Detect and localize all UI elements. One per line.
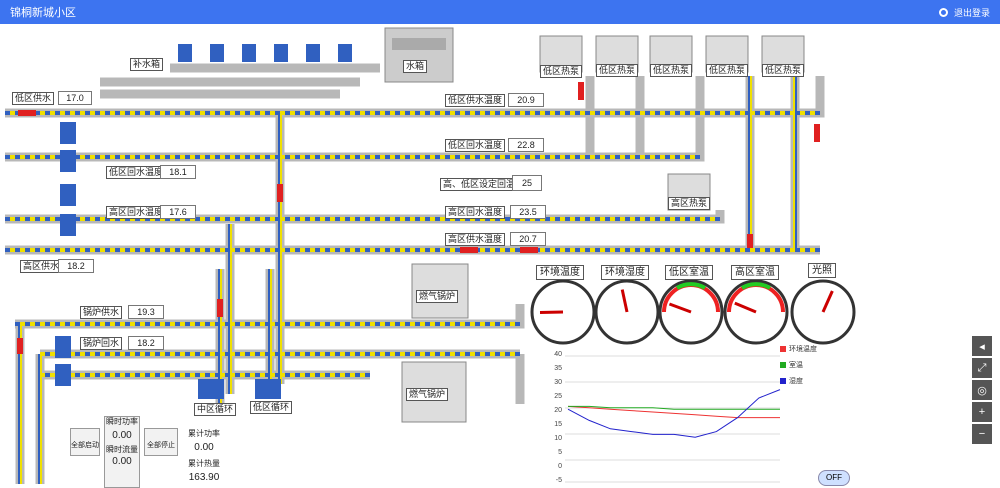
legend-item: 环境温度 [780,344,817,354]
legend-item: 室温 [780,360,803,370]
power-value: 0.00 [112,430,132,441]
gauge-title-env-humidity: 环境湿度 [601,265,649,280]
gauge-title-low-room: 低区室温 [665,265,713,280]
open-all-label[interactable]: 全部启动 [70,440,100,450]
logout-area[interactable]: 退出登录 [938,6,990,19]
gauge-title-light: 光照 [808,263,836,278]
storage-tank-icon [384,27,454,83]
tank-label: 补水箱 [130,58,164,71]
top-bar: 锦桐新城小区 退出登录 [0,0,1000,24]
zoom-in-icon[interactable]: + [972,402,992,422]
legend-item: 湿度 [780,376,803,386]
high-supply-temp-value: 20.7 [510,232,546,246]
y-tick-label: 5 [558,449,562,456]
hp2-label: 低区热泵 [596,64,639,77]
y-tick-label: 25 [554,393,562,400]
setpoint-value[interactable]: 25 [512,175,542,191]
storage-label: 水箱 [403,60,428,73]
total-label: 累计功率 [188,429,220,438]
high-return-temp-label: 高区回水温度 [106,206,167,219]
boiler-return-label: 锅炉回水 [80,337,123,350]
low-supply-temp-label: 低区供水温度 [445,94,506,107]
zoom-out-icon[interactable]: − [972,424,992,444]
flow-label: 瞬时流量 [106,445,138,454]
gear-icon[interactable] [938,7,948,17]
y-tick-label: 40 [554,351,562,358]
y-tick-label: 20 [554,407,562,414]
logout-link[interactable]: 退出登录 [954,6,990,19]
boiler1-label: 燃气锅炉 [416,290,459,303]
gauge-group [530,279,856,345]
high-supply-temp-label: 高区供水温度 [445,233,506,246]
trend-lines [567,389,781,438]
trend-chart-frame [565,355,780,483]
high-return-label: 高区回水温度 [445,206,506,219]
low-return-label: 低区回水温度 [445,139,506,152]
y-tick-label: 35 [554,365,562,372]
acc-value: 163.90 [188,472,220,483]
low-return-temp-value: 18.1 [160,165,196,179]
hp4-label: 低区热泵 [706,64,749,77]
low-pump-label: 低区循环 [250,401,293,414]
hp1-label: 低区热泵 [540,65,583,78]
expand-icon[interactable]: ⤢ [972,358,992,378]
y-tick-label: 30 [554,379,562,386]
y-tick-label: 10 [554,435,562,442]
y-tick-label: 15 [554,421,562,428]
app-title: 锦桐新城小区 [10,7,76,19]
hp5-label: 低区热泵 [762,64,805,77]
total-value: 0.00 [194,442,214,453]
boiler2-label: 燃气锅炉 [406,388,449,401]
off-toggle[interactable]: OFF [818,470,850,486]
flow-value: 0.00 [112,456,132,467]
mid-pump-label: 中区循环 [194,403,237,416]
low-supply-temp-value: 20.9 [508,93,544,107]
acc-label: 累计热量 [188,459,220,468]
power-label: 瞬时功率 [106,417,138,426]
gauge-title-high-room: 高区室温 [731,265,779,280]
eye-off-icon[interactable]: ◎ [972,380,992,400]
boiler-supply-label: 锅炉供水 [80,306,123,319]
y-tick-label: 0 [558,463,562,470]
gauge-title-env-temp: 环境温度 [536,265,584,280]
low-supply-label: 低区供水 [12,92,55,105]
y-tick-label: -5 [555,477,562,484]
boiler-supply-value: 19.3 [128,305,164,319]
low-supply-value: 17.0 [58,91,92,105]
high-supply-label: 高区供水 [20,260,63,273]
high-supply-value: 18.2 [58,259,94,273]
low-return-value: 22.8 [508,138,544,152]
high-return-temp-value: 17.6 [160,205,196,219]
setpoint-label: 高、低区设定回温 [440,178,519,191]
boiler-return-value: 18.2 [128,336,164,350]
app-root: 锦桐新城小区 退出登录 补水箱 水箱 低区供水 17.0 低区回水温度 18.1… [0,0,1000,488]
heat-pump-icons [539,35,805,211]
hp3-label: 低区热泵 [650,64,693,77]
high-return-value: 23.5 [510,205,546,219]
hp6-label: 高区热泵 [668,197,711,210]
stop-all-label[interactable]: 全部停止 [144,440,178,450]
volume-icon[interactable]: ◂ [972,336,992,356]
low-return-temp-label: 低区回水温度 [106,166,167,179]
